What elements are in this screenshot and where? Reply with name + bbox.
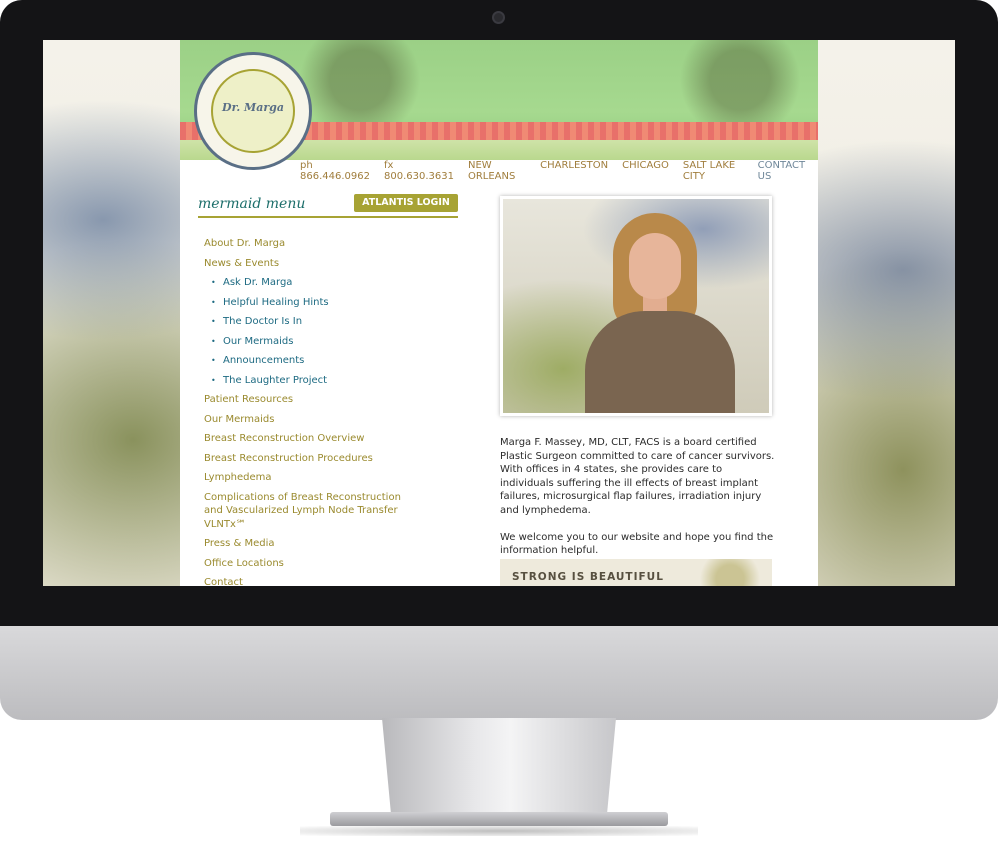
welcome-paragraph: We welcome you to our website and hope y… [500, 531, 774, 557]
monitor-chin [0, 626, 998, 720]
menu-item-our-mermaids[interactable]: Our Mermaids [204, 413, 404, 427]
bio-paragraph: Marga F. Massey, MD, CLT, FACS is a boar… [500, 437, 775, 516]
side-menu: About Dr. Marga News & Events Ask Dr. Ma… [204, 237, 404, 586]
menu-item-about[interactable]: About Dr. Marga [204, 237, 404, 251]
menu-item-office-locations[interactable]: Office Locations [204, 557, 404, 571]
doctor-photo [503, 199, 769, 413]
photo-face [629, 233, 681, 299]
menu-divider [198, 216, 458, 218]
logo-text: Dr. Marga [222, 101, 284, 114]
atlantis-login-button[interactable]: ATLANTIS LOGIN [354, 194, 458, 212]
monitor-stand [382, 718, 616, 818]
menu-item-lymphedema[interactable]: Lymphedema [204, 471, 404, 485]
submenu-item-doctor-is-in[interactable]: The Doctor Is In [204, 315, 404, 329]
website-page: Dr. Marga ph 866.446.0962 fx 800.630.363… [180, 40, 818, 586]
bio-text-block: Marga F. Massey, MD, CLT, FACS is a boar… [500, 436, 775, 558]
strong-is-beautiful-banner[interactable]: STRONG IS BEAUTIFUL [500, 559, 772, 586]
menu-item-press-media[interactable]: Press & Media [204, 537, 404, 551]
contact-bar: ph 866.446.0962 fx 800.630.3631 NEW ORLE… [300, 160, 818, 182]
menu-item-news-events[interactable]: News & Events [204, 257, 404, 271]
menu-item-contact[interactable]: Contact [204, 576, 404, 586]
screen: Dr. Marga ph 866.446.0962 fx 800.630.363… [43, 40, 955, 586]
menu-item-complications[interactable]: Complications of Breast Reconstruction a… [204, 491, 404, 532]
monitor-foot [330, 812, 668, 826]
fax-number: fx 800.630.3631 [383, 160, 454, 182]
site-logo[interactable]: Dr. Marga [194, 52, 312, 170]
photo-body [585, 311, 735, 413]
nav-charleston[interactable]: CHARLESTON [540, 160, 608, 176]
nav-salt-lake-city[interactable]: SALT LAKE CITY [683, 160, 744, 182]
nav-new-orleans[interactable]: NEW ORLEANS [468, 160, 526, 182]
nav-contact-us[interactable]: CONTACT US [758, 160, 808, 182]
submenu-item-our-mermaids[interactable]: Our Mermaids [204, 335, 404, 349]
submenu-item-laughter-project[interactable]: The Laughter Project [204, 374, 404, 388]
submenu-item-ask-dr-marga[interactable]: Ask Dr. Marga [204, 276, 404, 290]
stand-shadow [300, 826, 698, 836]
nav-chicago[interactable]: CHICAGO [622, 160, 669, 176]
menu-item-reconstruction-overview[interactable]: Breast Reconstruction Overview [204, 432, 404, 446]
submenu-item-healing-hints[interactable]: Helpful Healing Hints [204, 296, 404, 310]
camera-icon [492, 11, 505, 24]
menu-item-reconstruction-procedures[interactable]: Breast Reconstruction Procedures [204, 452, 404, 466]
doctor-photo-frame [500, 196, 772, 416]
menu-title: mermaid menu [198, 196, 306, 212]
strong-is-beautiful-label: STRONG IS BEAUTIFUL [512, 571, 664, 583]
menu-item-patient-resources[interactable]: Patient Resources [204, 393, 404, 407]
submenu-item-announcements[interactable]: Announcements [204, 354, 404, 368]
phone-number[interactable]: ph 866.446.0962 [300, 160, 370, 182]
